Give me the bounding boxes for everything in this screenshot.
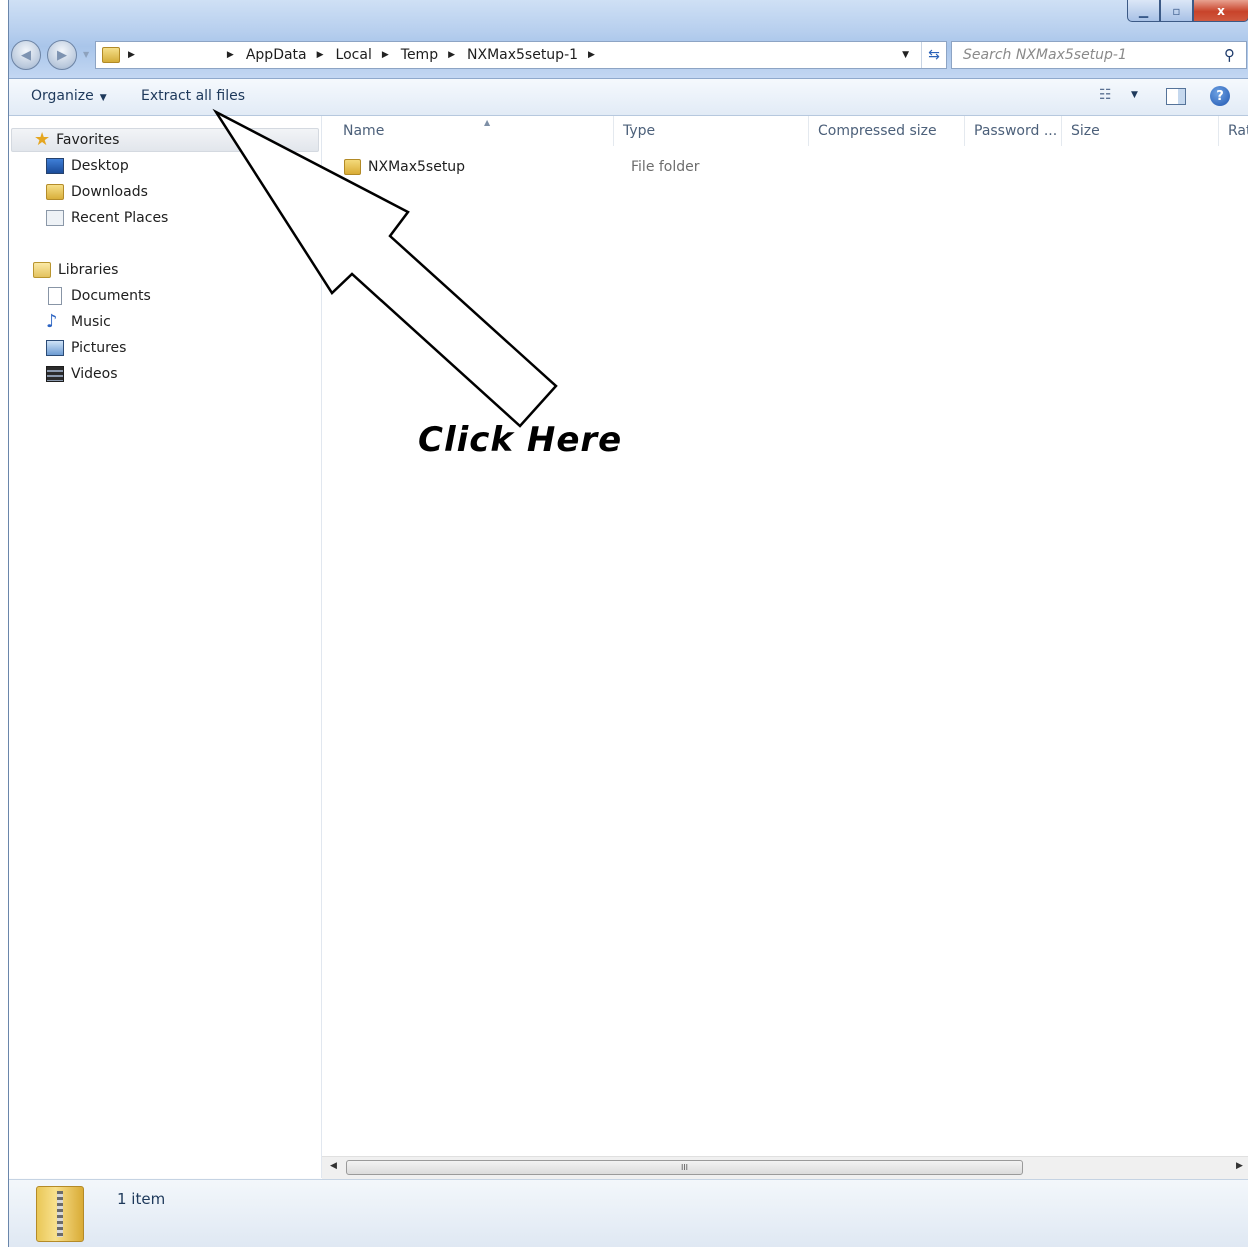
sidebar-item-videos[interactable]: Videos bbox=[46, 363, 118, 385]
views-dropdown-icon[interactable]: ▼ bbox=[1131, 90, 1138, 100]
back-arrow-icon: ◀ bbox=[21, 47, 31, 63]
details-pane: 1 item bbox=[9, 1179, 1248, 1247]
scroll-left-icon[interactable]: ◀ bbox=[330, 1161, 337, 1171]
forward-button[interactable]: ▶ bbox=[47, 40, 77, 70]
command-bar: Organize ▼ Extract all files ☷ ▼ ? bbox=[9, 79, 1248, 116]
column-header-label: Rat bbox=[1228, 123, 1248, 139]
column-header-ratio[interactable]: Rat bbox=[1219, 116, 1248, 146]
sidebar-item-desktop[interactable]: Desktop bbox=[46, 155, 129, 177]
chevron-right-icon[interactable]: ▶ bbox=[227, 50, 234, 60]
title-bar: ▁ ▫ x ◀ ▶ ▼ ▶ ▶ AppData ▶ Local ▶ Temp ▶… bbox=[9, 0, 1248, 79]
star-icon: ★ bbox=[34, 129, 51, 150]
breadcrumb-local[interactable]: Local bbox=[334, 47, 374, 63]
column-header-name[interactable]: Name ▲ bbox=[334, 116, 614, 146]
chevron-right-icon[interactable]: ▶ bbox=[382, 50, 389, 60]
search-box[interactable]: ⚲ bbox=[951, 41, 1247, 69]
sidebar-item-downloads[interactable]: Downloads bbox=[46, 181, 148, 203]
address-dropdown-icon[interactable]: ▼ bbox=[902, 50, 909, 60]
sidebar-item-label: Downloads bbox=[71, 184, 148, 200]
chevron-right-icon[interactable]: ▶ bbox=[588, 50, 595, 60]
horizontal-scrollbar[interactable]: ◀ III ▶ bbox=[322, 1156, 1248, 1179]
file-list: Name ▲ Type Compressed size Password ...… bbox=[322, 116, 1248, 1156]
libraries-icon bbox=[33, 262, 51, 278]
sidebar-item-label: Favorites bbox=[56, 132, 120, 148]
refresh-icon[interactable]: ⇆ bbox=[921, 42, 946, 68]
file-name: NXMax5setup bbox=[368, 159, 466, 175]
close-button[interactable]: x bbox=[1193, 0, 1248, 22]
sidebar-item-label: Documents bbox=[71, 288, 151, 304]
sidebar-item-label: Pictures bbox=[71, 340, 127, 356]
organize-label: Organize bbox=[31, 88, 94, 104]
sidebar-item-music[interactable]: ♪ Music bbox=[46, 311, 111, 333]
back-button[interactable]: ◀ bbox=[11, 40, 41, 70]
column-header-type[interactable]: Type bbox=[614, 116, 809, 146]
chevron-right-icon[interactable]: ▶ bbox=[128, 50, 135, 60]
scrollbar-thumb[interactable]: III bbox=[346, 1160, 1023, 1175]
breadcrumb-appdata[interactable]: AppData bbox=[244, 47, 309, 63]
views-icon[interactable]: ☷ bbox=[1099, 87, 1119, 105]
preview-pane-icon[interactable] bbox=[1166, 88, 1186, 105]
extract-all-files-button[interactable]: Extract all files bbox=[141, 88, 245, 104]
chevron-right-icon[interactable]: ▶ bbox=[448, 50, 455, 60]
column-header-size[interactable]: Size bbox=[1062, 116, 1219, 146]
sidebar-item-label: Desktop bbox=[71, 158, 129, 174]
sidebar-item-libraries[interactable]: Libraries bbox=[33, 259, 118, 281]
sidebar-item-favorites[interactable]: ★ Favorites bbox=[11, 128, 319, 152]
navigation-pane: ★ Favorites Desktop Downloads Recent Pla… bbox=[9, 116, 322, 1178]
column-header-label: Size bbox=[1071, 123, 1100, 139]
sidebar-item-label: Music bbox=[71, 314, 111, 330]
caption-buttons: ▁ ▫ x bbox=[1127, 0, 1248, 22]
column-header-password[interactable]: Password ... bbox=[965, 116, 1062, 146]
recent-pages-dropdown[interactable]: ▼ bbox=[83, 50, 89, 59]
desktop-icon bbox=[46, 158, 64, 174]
pictures-icon bbox=[46, 340, 64, 356]
sidebar-item-documents[interactable]: Documents bbox=[46, 285, 151, 307]
sidebar-item-label: Libraries bbox=[58, 262, 119, 278]
explorer-window: ▁ ▫ x ◀ ▶ ▼ ▶ ▶ AppData ▶ Local ▶ Temp ▶… bbox=[8, 0, 1248, 1247]
breadcrumb-nxmax5setup-1[interactable]: NXMax5setup-1 bbox=[465, 47, 580, 63]
sidebar-item-label: Recent Places bbox=[71, 210, 169, 226]
folder-icon bbox=[102, 47, 120, 63]
help-icon[interactable]: ? bbox=[1210, 86, 1230, 106]
address-bar[interactable]: ▶ ▶ AppData ▶ Local ▶ Temp ▶ NXMax5setup… bbox=[95, 41, 947, 69]
organize-button[interactable]: Organize ▼ bbox=[31, 88, 107, 104]
column-header-label: Type bbox=[623, 123, 656, 139]
music-icon: ♪ bbox=[46, 311, 58, 332]
documents-icon bbox=[48, 287, 62, 305]
folder-icon bbox=[344, 159, 361, 175]
search-input[interactable] bbox=[961, 46, 1224, 64]
zip-folder-icon bbox=[36, 1186, 84, 1242]
sidebar-item-recent-places[interactable]: Recent Places bbox=[46, 207, 168, 229]
scroll-right-icon[interactable]: ▶ bbox=[1236, 1161, 1243, 1171]
sort-ascending-icon: ▲ bbox=[484, 118, 491, 127]
column-header-label: Password ... bbox=[974, 123, 1058, 139]
table-row[interactable]: NXMax5setup File folder bbox=[344, 156, 1224, 178]
videos-icon bbox=[46, 366, 64, 382]
sidebar-item-label: Videos bbox=[71, 366, 118, 382]
chevron-right-icon[interactable]: ▶ bbox=[317, 50, 324, 60]
search-icon[interactable]: ⚲ bbox=[1224, 46, 1246, 64]
breadcrumb-temp[interactable]: Temp bbox=[399, 47, 440, 63]
file-type: File folder bbox=[631, 159, 700, 175]
column-header-compressed-size[interactable]: Compressed size bbox=[809, 116, 965, 146]
column-header-label: Name bbox=[343, 123, 385, 139]
column-header-label: Compressed size bbox=[818, 123, 937, 139]
downloads-icon bbox=[46, 184, 64, 200]
forward-arrow-icon: ▶ bbox=[57, 47, 67, 63]
minimize-button[interactable]: ▁ bbox=[1127, 0, 1160, 22]
maximize-button[interactable]: ▫ bbox=[1160, 0, 1193, 22]
recent-places-icon bbox=[46, 210, 64, 226]
item-count: 1 item bbox=[117, 1190, 166, 1208]
chevron-down-icon: ▼ bbox=[99, 93, 107, 103]
sidebar-item-pictures[interactable]: Pictures bbox=[46, 337, 126, 359]
